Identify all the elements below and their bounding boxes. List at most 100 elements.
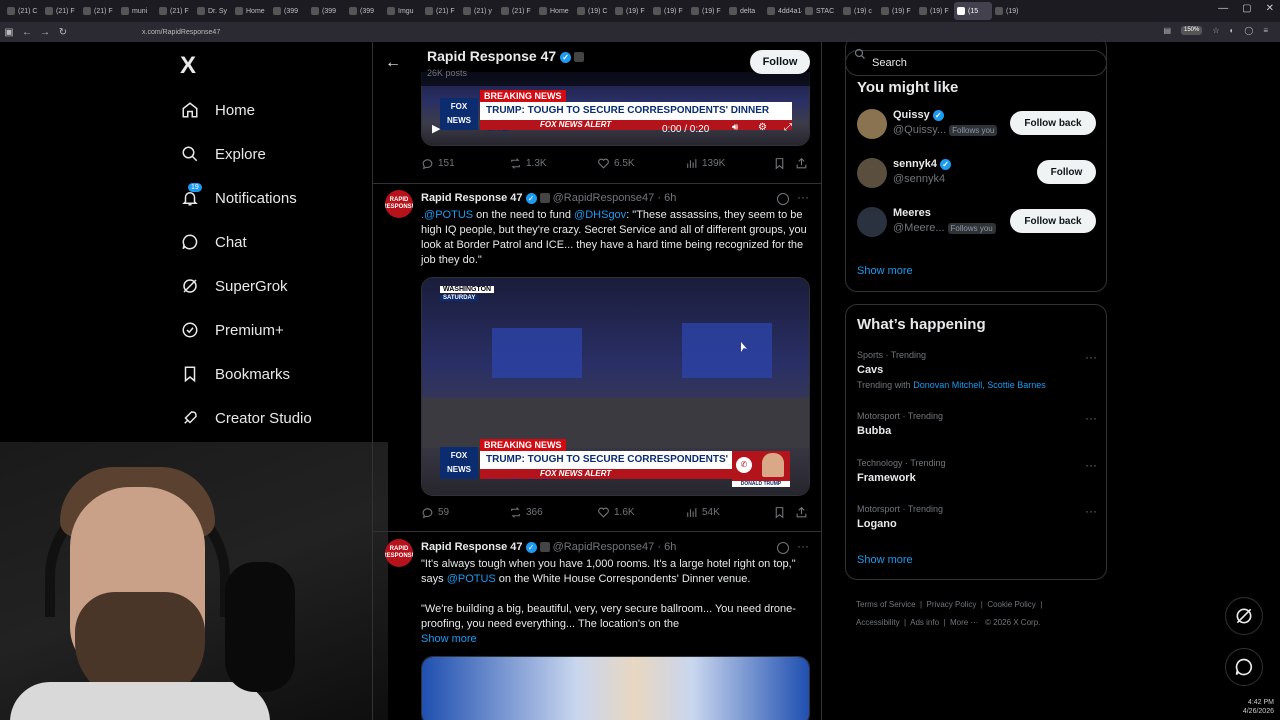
reply-button[interactable]: 59 [421,506,449,519]
back-arrow-icon[interactable]: ← [385,54,401,72]
maximize-icon[interactable]: ▢ [1242,3,1251,14]
views-button[interactable]: 139K [685,157,725,170]
tweet-age[interactable]: · 6h [657,192,676,204]
nav-notifications[interactable]: 19 Notifications [180,183,297,212]
browser-tab-active[interactable]: (15 [954,2,992,20]
tweet-video[interactable] [421,656,810,720]
browser-tab[interactable]: (19) F [612,2,650,20]
more-options-icon[interactable]: ··· [1085,458,1097,472]
mention-link[interactable]: .@POTUS [421,209,473,221]
reply-button[interactable]: 151 [421,157,455,170]
tweet-handle[interactable]: @RapidResponse47 [553,541,655,553]
nav-creator-studio[interactable]: Creator Studio [180,404,312,432]
footer-link[interactable]: Ads info [910,618,939,627]
browser-tab[interactable]: (21) C [4,2,42,20]
like-button[interactable]: 1.6K [597,506,635,519]
suggested-user[interactable]: Quissy ✓ @Quissy... Follows you Follow ba… [857,107,1097,143]
browser-tab[interactable]: (399 [270,2,308,20]
browser-tab[interactable]: STAC [802,2,840,20]
follow-button[interactable]: Follow [1037,160,1096,184]
fullscreen-icon[interactable]: ⤢ [784,122,792,133]
reader-icon[interactable]: ▤ [1163,26,1171,35]
avatar[interactable] [857,109,887,139]
browser-tab[interactable]: (19) F [688,2,726,20]
browser-tab[interactable]: (21) F [422,2,460,20]
browser-tab[interactable]: (19) F [650,2,688,20]
play-icon[interactable]: ▶ [432,122,440,135]
browser-tab[interactable]: 4dd4a14 [764,2,802,20]
account-icon[interactable]: ◯ [1244,26,1253,35]
grok-icon[interactable] [777,193,789,205]
browser-tab[interactable]: (19) F [916,2,954,20]
browser-tab[interactable]: (21) F [42,2,80,20]
browser-tab[interactable]: Dr. Sy [194,2,232,20]
tweet-handle[interactable]: @RapidResponse47 [553,192,655,204]
footer-link[interactable]: More ··· [950,618,978,627]
more-options-icon[interactable]: ··· [1085,504,1097,518]
repost-button[interactable]: 1.3K [509,157,547,170]
tweet-author-name[interactable]: Rapid Response 47 [421,541,522,553]
avatar[interactable] [857,158,887,188]
nav-explore[interactable]: Explore [180,140,266,168]
show-more-link[interactable]: Show more [421,632,807,647]
reload-icon[interactable]: ↻ [54,27,72,38]
show-more-link[interactable]: Show more [857,265,913,277]
browser-tab[interactable]: muni [118,2,156,20]
browser-tab[interactable]: (399 [308,2,346,20]
nav-bookmarks[interactable]: Bookmarks [180,360,290,388]
tweet-avatar[interactable]: RAPID RESPONSE [385,539,413,567]
footer-link[interactable]: Terms of Service [856,600,916,609]
zoom-level[interactable]: 150% [1181,26,1203,35]
more-options-icon[interactable]: ··· [1085,411,1097,425]
browser-tab[interactable]: (21) F [498,2,536,20]
browser-tab[interactable]: (19) F [878,2,916,20]
grok-fab-button[interactable] [1225,597,1263,635]
share-button[interactable] [795,157,808,170]
mention-link[interactable]: @DHSgov [574,209,626,221]
trend-item[interactable]: Motorsport · Trending Logano ··· [857,504,1097,530]
more-options-icon[interactable]: ··· [797,539,809,553]
close-icon[interactable]: ✕ [1266,3,1274,14]
browser-tab[interactable]: Home [232,2,270,20]
x-logo[interactable]: X [180,52,196,80]
back-icon[interactable]: ← [18,27,36,38]
tweet-video[interactable]: WASHINGTON SATURDAY FOX NEWS BREAKING NEW… [421,277,810,496]
tweet-author-name[interactable]: Rapid Response 47 [421,192,522,204]
more-options-icon[interactable]: ··· [1085,350,1097,364]
browser-tab[interactable]: Home [536,2,574,20]
trend-item[interactable]: Technology · Trending Framework ··· [857,458,1097,484]
tweet-avatar[interactable]: RAPID RESPONSE [385,190,413,218]
like-button[interactable]: 6.5K [597,157,635,170]
follow-back-button[interactable]: Follow back [1010,209,1096,233]
browser-tab[interactable]: (19) c [840,2,878,20]
trend-item[interactable]: Sports · Trending Cavs Trending with Don… [857,350,1097,390]
messages-fab-button[interactable] [1225,648,1263,686]
forward-icon[interactable]: → [36,27,54,38]
sidebar-toggle-icon[interactable]: ▣ [0,27,18,38]
bookmark-button[interactable] [773,506,786,519]
browser-tab[interactable]: delta [726,2,764,20]
suggested-user[interactable]: Meeres @Meere... Follows you Follow back [857,205,1097,241]
follow-back-button[interactable]: Follow back [1010,111,1096,135]
extensions-icon[interactable]: ◐ [1230,26,1235,35]
repost-button[interactable]: 366 [509,506,543,519]
trend-related-links[interactable]: Donovan Mitchell, Scottie Barnes [913,380,1046,390]
follow-button[interactable]: Follow [750,50,810,74]
url-field[interactable]: x.com/RapidResponse47 [142,29,220,36]
grok-icon[interactable] [777,542,789,554]
browser-tab[interactable]: (21) F [80,2,118,20]
share-button[interactable] [795,506,808,519]
browser-tab[interactable]: (21) F [156,2,194,20]
more-options-icon[interactable]: ··· [797,190,809,204]
footer-link[interactable]: Privacy Policy [927,600,977,609]
mention-link[interactable]: @POTUS [447,573,496,585]
avatar[interactable] [857,207,887,237]
footer-link[interactable]: Accessibility [856,618,900,627]
nav-home[interactable]: Home [180,96,255,124]
volume-icon[interactable]: 🔊︎ [732,122,738,133]
browser-tab[interactable]: (21) y [460,2,498,20]
nav-supergrok[interactable]: SuperGrok [180,272,288,300]
settings-icon[interactable]: ⚙ [758,122,767,133]
minimize-icon[interactable]: — [1218,3,1228,14]
nav-chat[interactable]: Chat [180,228,247,256]
